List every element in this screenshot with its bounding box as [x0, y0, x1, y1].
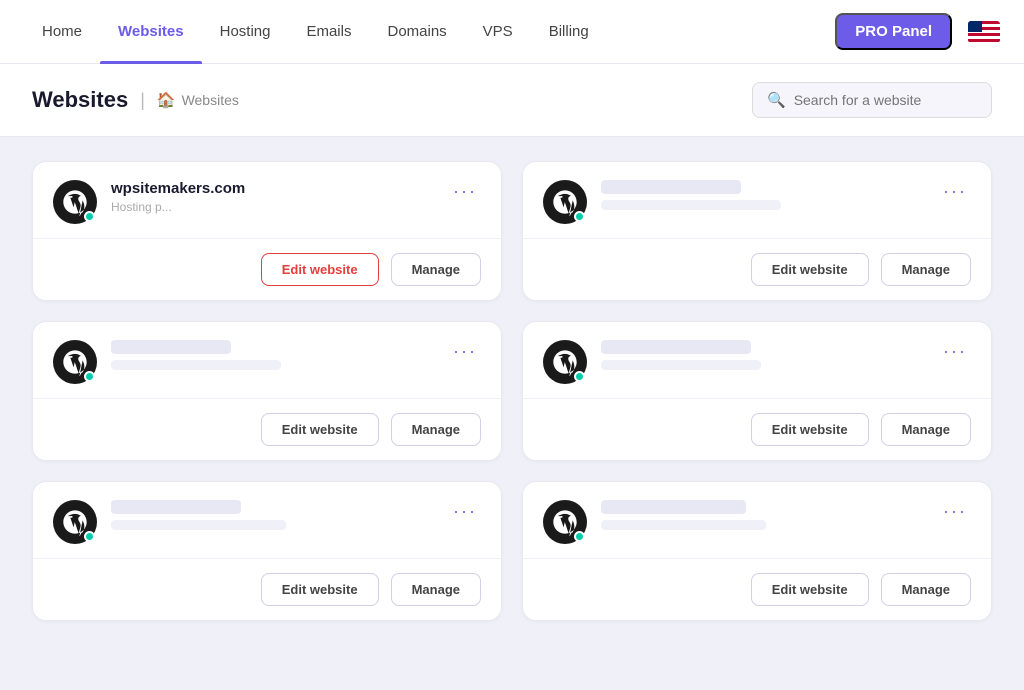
site-card-actions: Edit website Manage — [523, 399, 991, 460]
site-card: ··· Edit website Manage — [522, 481, 992, 621]
status-dot — [574, 371, 585, 382]
search-icon: 🔍 — [767, 91, 786, 109]
site-card: ··· Edit website Manage — [522, 161, 992, 301]
more-options-button[interactable]: ··· — [449, 340, 481, 362]
sites-grid: wpsitemakers.com Hosting p... ··· Edit w… — [32, 161, 992, 621]
status-dot — [84, 371, 95, 382]
language-flag[interactable] — [968, 21, 1000, 43]
manage-button[interactable]: Manage — [391, 413, 481, 446]
site-card: ··· Edit website Manage — [522, 321, 992, 461]
pro-panel-button[interactable]: PRO Panel — [835, 13, 952, 50]
site-sub — [601, 520, 766, 530]
nav-item-websites[interactable]: Websites — [100, 0, 202, 64]
edit-website-button[interactable]: Edit website — [261, 573, 379, 606]
site-info — [111, 500, 435, 530]
manage-button[interactable]: Manage — [391, 253, 481, 286]
site-card-actions: Edit website Manage — [33, 559, 501, 620]
page-title: Websites — [32, 87, 128, 113]
wp-logo-wrap — [543, 180, 587, 224]
site-info: wpsitemakers.com Hosting p... — [111, 180, 435, 214]
status-dot — [574, 531, 585, 542]
manage-button[interactable]: Manage — [391, 573, 481, 606]
wp-logo-wrap — [53, 180, 97, 224]
site-card-actions: Edit website Manage — [523, 239, 991, 300]
manage-button[interactable]: Manage — [881, 413, 971, 446]
wp-logo-wrap — [53, 500, 97, 544]
site-info — [601, 180, 925, 210]
wp-logo-wrap — [53, 340, 97, 384]
site-sub — [111, 360, 281, 370]
more-options-button[interactable]: ··· — [939, 500, 971, 522]
site-card: ··· Edit website Manage — [32, 481, 502, 621]
site-card-top: ··· — [523, 322, 991, 398]
edit-website-button[interactable]: Edit website — [751, 253, 869, 286]
nav-item-vps[interactable]: VPS — [465, 0, 531, 64]
site-card-actions: Edit website Manage — [33, 239, 501, 300]
manage-button[interactable]: Manage — [881, 573, 971, 606]
site-info — [111, 340, 435, 370]
site-card-top: ··· — [523, 482, 991, 558]
search-input[interactable] — [794, 92, 977, 108]
breadcrumb-label: Websites — [182, 92, 239, 108]
more-options-button[interactable]: ··· — [939, 180, 971, 202]
site-card-top: ··· — [33, 482, 501, 558]
nav-item-hosting[interactable]: Hosting — [202, 0, 289, 64]
more-options-button[interactable]: ··· — [939, 340, 971, 362]
more-options-button[interactable]: ··· — [449, 500, 481, 522]
wp-logo-wrap — [543, 500, 587, 544]
site-sub: Hosting p... — [111, 200, 435, 214]
site-sub — [601, 200, 781, 210]
status-dot — [574, 211, 585, 222]
wp-logo-wrap — [543, 340, 587, 384]
edit-website-button[interactable]: Edit website — [261, 413, 379, 446]
site-card-top: ··· — [33, 322, 501, 398]
site-name: wpsitemakers.com — [111, 180, 435, 197]
site-info — [601, 340, 925, 370]
site-card-actions: Edit website Manage — [523, 559, 991, 620]
nav-item-billing[interactable]: Billing — [531, 0, 607, 64]
site-name — [111, 500, 241, 514]
search-bar: 🔍 — [752, 82, 992, 118]
site-card: ··· Edit website Manage — [32, 321, 502, 461]
edit-website-button[interactable]: Edit website — [751, 413, 869, 446]
site-card-actions: Edit website Manage — [33, 399, 501, 460]
site-card: wpsitemakers.com Hosting p... ··· Edit w… — [32, 161, 502, 301]
edit-website-button[interactable]: Edit website — [261, 253, 379, 286]
home-icon: 🏠 — [157, 91, 176, 109]
breadcrumb-separator: | — [140, 90, 145, 111]
site-info — [601, 500, 925, 530]
nav-item-home[interactable]: Home — [24, 0, 100, 64]
breadcrumb: 🏠 Websites — [157, 91, 239, 109]
site-card-top: wpsitemakers.com Hosting p... ··· — [33, 162, 501, 238]
site-card-top: ··· — [523, 162, 991, 238]
site-sub — [111, 520, 286, 530]
main-nav: Home Websites Hosting Emails Domains VPS… — [0, 0, 1024, 64]
status-dot — [84, 531, 95, 542]
site-sub — [601, 360, 761, 370]
site-name — [601, 180, 741, 194]
nav-item-domains[interactable]: Domains — [369, 0, 464, 64]
page-header: Websites | 🏠 Websites 🔍 — [0, 64, 1024, 137]
more-options-button[interactable]: ··· — [449, 180, 481, 202]
site-name — [601, 500, 746, 514]
main-content: wpsitemakers.com Hosting p... ··· Edit w… — [0, 137, 1024, 690]
nav-item-emails[interactable]: Emails — [288, 0, 369, 64]
site-name — [111, 340, 231, 354]
manage-button[interactable]: Manage — [881, 253, 971, 286]
status-dot — [84, 211, 95, 222]
edit-website-button[interactable]: Edit website — [751, 573, 869, 606]
site-name — [601, 340, 751, 354]
